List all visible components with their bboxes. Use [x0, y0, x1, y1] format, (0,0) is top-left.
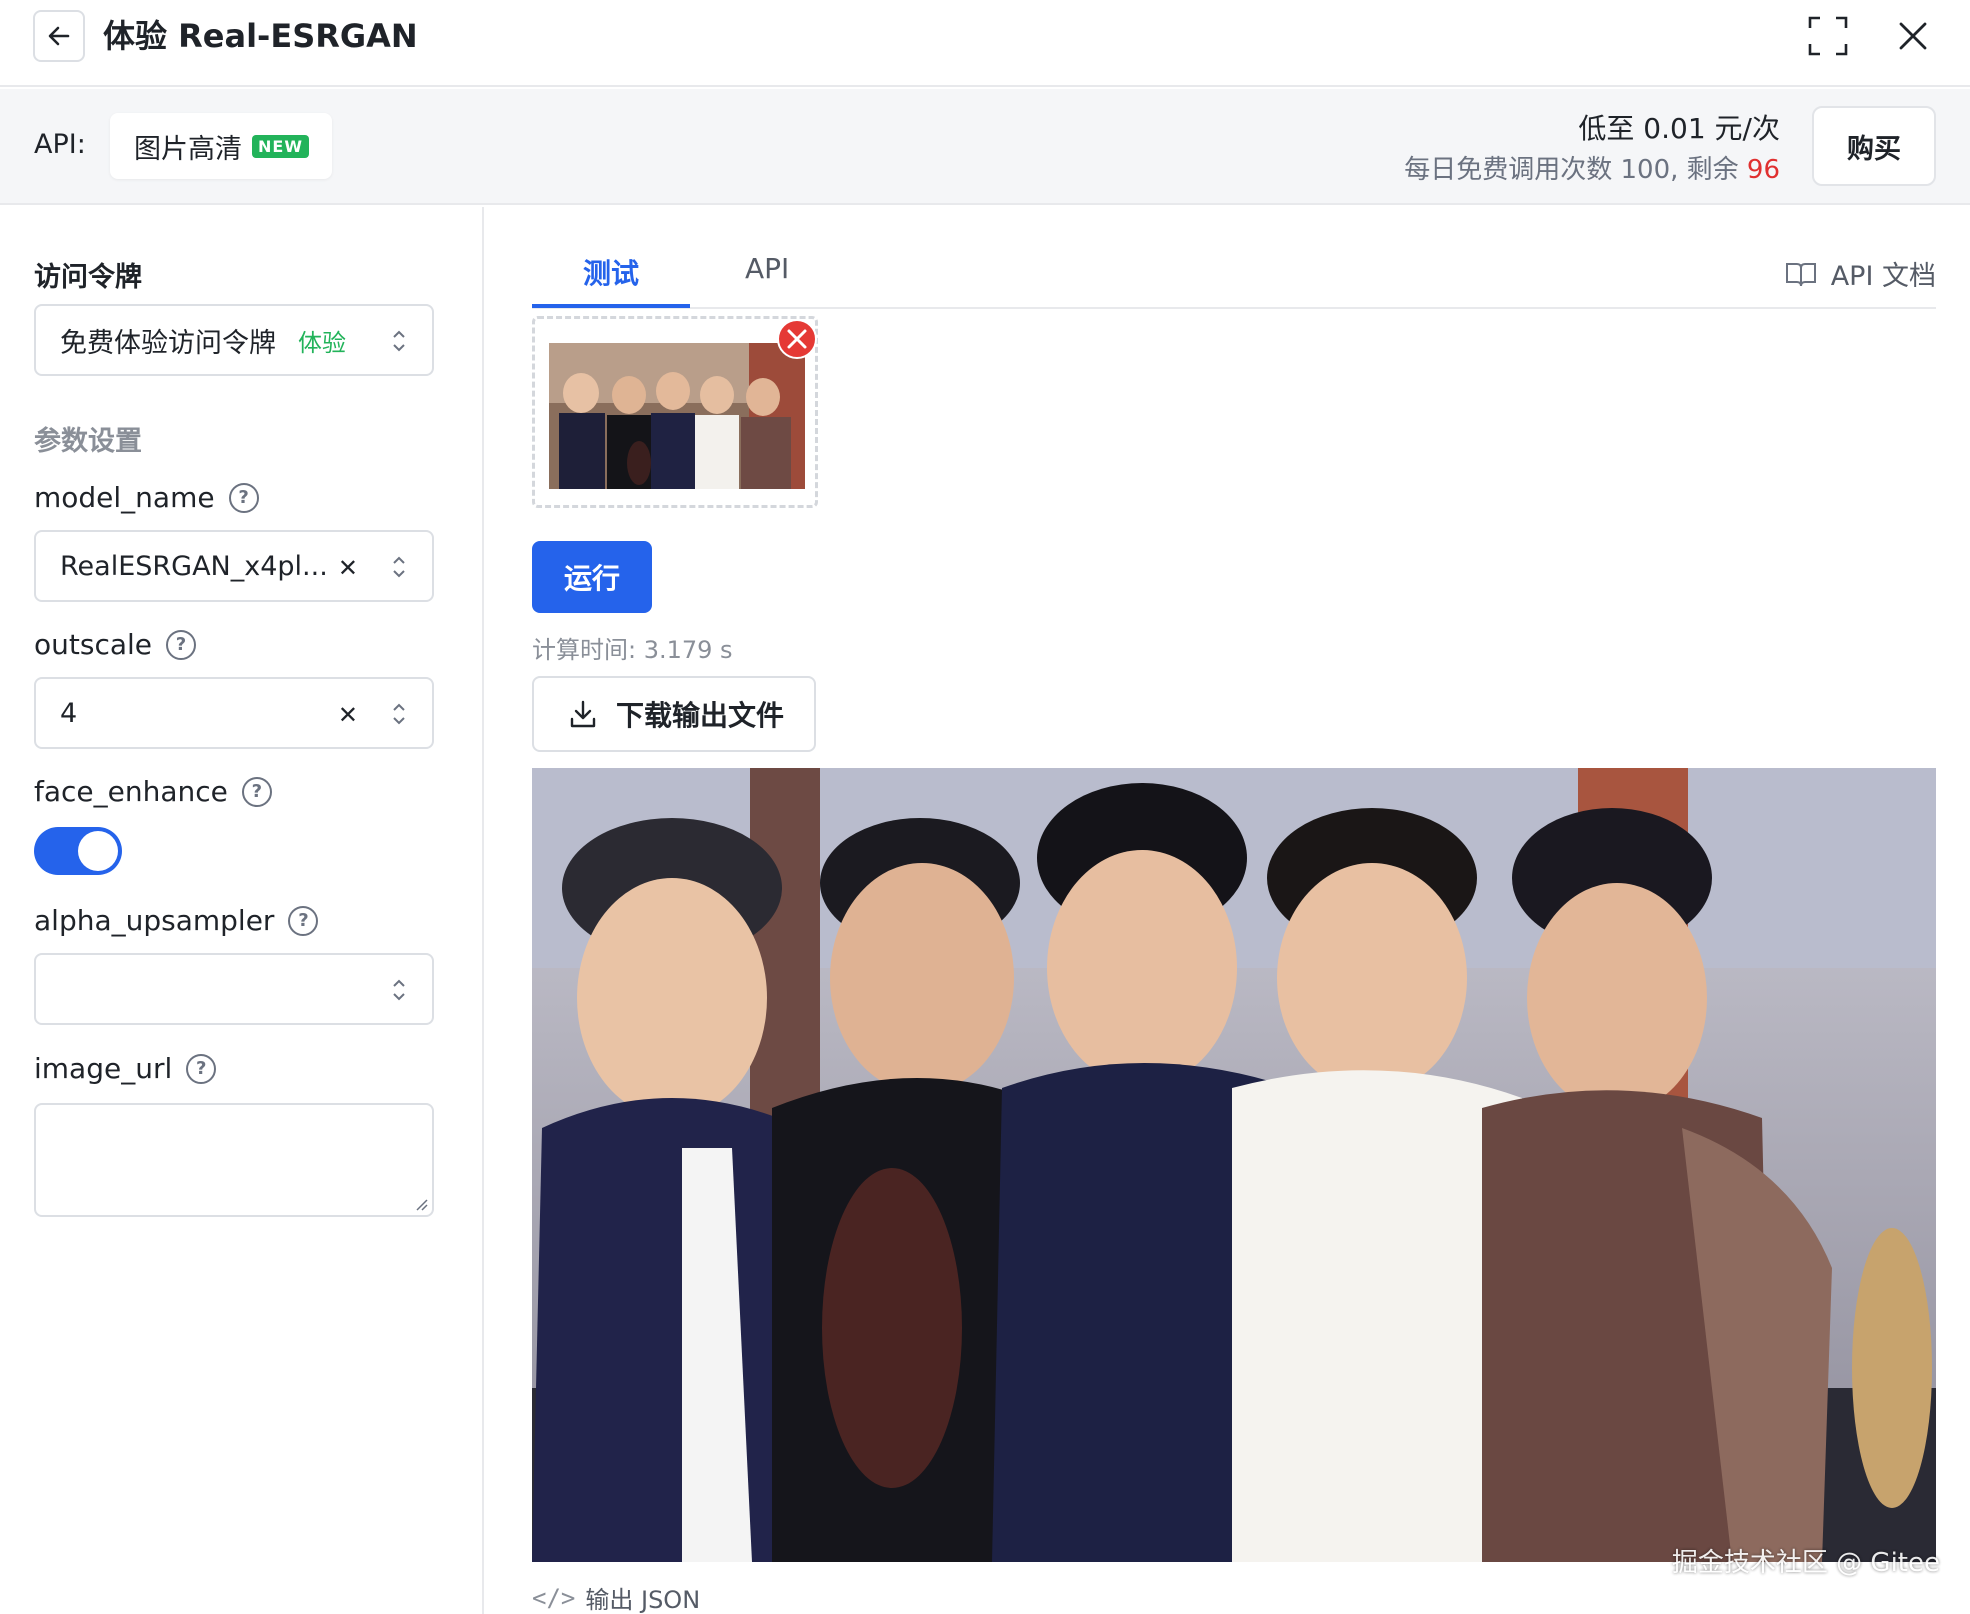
quota-prefix: 每日免费调用次数 100, 剩余 — [1404, 155, 1747, 185]
download-output-button[interactable]: 下载输出文件 — [532, 676, 816, 752]
image-url-textarea[interactable] — [34, 1103, 434, 1217]
code-icon: </> — [532, 1583, 576, 1612]
api-bar: API: 图片高清 NEW 低至 0.01 元/次 每日免费调用次数 100, … — [0, 89, 1970, 205]
api-select-chip[interactable]: 图片高清 NEW — [110, 113, 332, 179]
chevron-updown-icon — [393, 330, 405, 352]
back-button[interactable] — [33, 10, 85, 62]
token-trial-tag: 体验 — [298, 328, 346, 357]
fullscreen-icon — [1808, 16, 1848, 56]
model-name-label: model_name ? — [34, 481, 259, 514]
api-label: API: — [34, 129, 86, 160]
output-json-link[interactable]: </> 输出 JSON — [532, 1580, 700, 1614]
output-photo-graphic — [532, 768, 1936, 1562]
api-chip-label: 图片高清 — [134, 133, 242, 165]
input-photo-graphic — [549, 343, 805, 489]
params-panel: 访问令牌 免费体验访问令牌 体验 参数设置 model_name ? RealE… — [0, 207, 484, 1614]
calc-time-text: 计算时间: 3.179 s — [532, 636, 733, 664]
tab-divider — [532, 307, 1936, 309]
question-circle-icon[interactable]: ? — [186, 1053, 217, 1084]
output-json-label: 输出 JSON — [585, 1586, 701, 1614]
free-quota-text: 每日免费调用次数 100, 剩余 96 — [1404, 149, 1780, 186]
outscale-value: 4 — [60, 697, 78, 729]
run-button[interactable]: 运行 — [532, 541, 652, 613]
face-enhance-toggle[interactable] — [34, 827, 122, 875]
face-enhance-label-text: face_enhance — [34, 775, 228, 808]
token-select-value: 免费体验访问令牌 — [60, 327, 276, 359]
chevron-updown-icon — [393, 556, 405, 578]
active-tab-indicator — [532, 304, 690, 308]
alpha-upsampler-label-text: alpha_upsampler — [34, 904, 275, 937]
remove-circle-icon[interactable] — [776, 318, 818, 360]
fullscreen-button[interactable] — [1806, 14, 1850, 58]
close-icon — [1899, 22, 1927, 50]
alpha-upsampler-select[interactable] — [34, 953, 434, 1025]
clear-icon[interactable]: ✕ — [338, 703, 358, 727]
model-name-select[interactable]: RealESRGAN_x4pl... ✕ — [34, 530, 434, 602]
new-badge: NEW — [252, 134, 309, 158]
chevron-updown-icon — [393, 703, 405, 725]
output-image — [532, 768, 1936, 1562]
book-icon — [1785, 262, 1816, 286]
resize-grip-icon[interactable] — [412, 1195, 428, 1211]
buy-button[interactable]: 购买 — [1812, 106, 1936, 186]
arrow-left-icon — [48, 26, 70, 46]
outscale-label-text: outscale — [34, 628, 153, 661]
outscale-label: outscale ? — [34, 628, 197, 661]
question-circle-icon[interactable]: ? — [288, 905, 319, 936]
toggle-knob — [78, 831, 118, 871]
face-enhance-label: face_enhance ? — [34, 775, 272, 808]
download-label: 下载输出文件 — [616, 699, 785, 732]
quota-remaining: 96 — [1746, 155, 1780, 185]
question-circle-icon[interactable]: ? — [166, 629, 197, 660]
outscale-input[interactable]: 4 ✕ — [34, 677, 434, 749]
image-url-label-text: image_url — [34, 1052, 173, 1085]
api-doc-label: API 文档 — [1830, 261, 1936, 292]
page-title: 体验 Real-ESRGAN — [103, 17, 418, 55]
input-image-thumbnail — [549, 343, 805, 489]
alpha-upsampler-label: alpha_upsampler ? — [34, 904, 319, 937]
chevron-updown-icon — [393, 979, 405, 1001]
tab-api[interactable]: API — [745, 252, 789, 285]
download-icon — [570, 700, 596, 728]
params-section-heading: 参数设置 — [34, 426, 142, 457]
model-name-label-text: model_name — [34, 481, 215, 514]
price-text: 低至 0.01 元/次 — [1578, 112, 1780, 145]
clear-icon[interactable]: ✕ — [338, 556, 358, 580]
question-circle-icon[interactable]: ? — [241, 776, 272, 807]
image-url-label: image_url ? — [34, 1052, 217, 1085]
token-select[interactable]: 免费体验访问令牌 体验 — [34, 304, 434, 376]
header: 体验 Real-ESRGAN — [0, 0, 1970, 87]
close-button[interactable] — [1891, 14, 1935, 58]
api-doc-link[interactable]: API 文档 — [1785, 254, 1936, 293]
tab-test[interactable]: 测试 — [532, 252, 690, 292]
watermark-text: 掘金技术社区 @ Gitee — [1671, 1548, 1940, 1578]
model-name-value: RealESRGAN_x4pl... — [60, 550, 328, 582]
token-heading: 访问令牌 — [34, 262, 142, 293]
question-circle-icon[interactable]: ? — [228, 482, 259, 513]
